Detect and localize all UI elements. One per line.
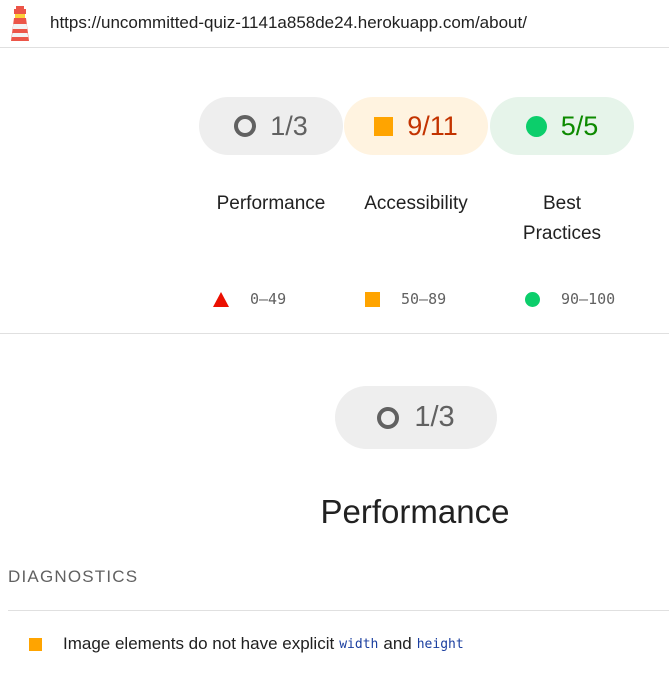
open-circle-icon <box>234 115 257 137</box>
address-bar: https://uncommitted-quiz-1141a858de24.he… <box>0 0 669 48</box>
legend-fail: 0–49 <box>213 288 286 310</box>
legend-pass-range: 90–100 <box>561 290 616 308</box>
red-triangle-icon <box>213 291 229 307</box>
diagnostics-header: DIAGNOSTICS <box>8 567 139 586</box>
legend-average: 50–89 <box>365 288 446 310</box>
performance-section-score: 1/3 <box>414 401 455 433</box>
audit-text-before: Image elements do not have explicit <box>63 634 335 653</box>
section-divider <box>0 333 669 334</box>
legend-pass: 90–100 <box>525 288 615 310</box>
diagnostics-divider <box>8 610 669 611</box>
orange-square-icon <box>365 291 380 307</box>
best-practices-score: 5/5 <box>560 110 599 141</box>
green-circle-icon <box>525 291 540 307</box>
section-title: Performance <box>320 493 510 530</box>
best-practices-label-line2: Practices <box>522 223 602 244</box>
green-circle-icon <box>525 115 547 137</box>
performance-section-gauge: 1/3 <box>335 386 497 449</box>
performance-label[interactable]: Performance <box>199 189 343 219</box>
orange-square-icon <box>29 637 42 651</box>
lighthouse-icon <box>11 6 29 41</box>
accessibility-label[interactable]: Accessibility <box>344 189 488 219</box>
page-url[interactable]: https://uncommitted-quiz-1141a858de24.he… <box>50 13 527 33</box>
open-circle-icon <box>377 406 400 429</box>
performance-score: 1/3 <box>270 110 308 141</box>
legend-fail-range: 0–49 <box>250 290 287 308</box>
best-practices-label[interactable]: Best Practices <box>490 189 634 249</box>
audit-item[interactable]: Image elements do not have explicit widt… <box>29 634 469 654</box>
best-practices-score-gauge[interactable]: 5/5 <box>490 97 634 155</box>
accessibility-score: 9/11 <box>407 110 458 141</box>
audit-code-width: width <box>339 636 379 652</box>
orange-square-icon <box>374 116 394 136</box>
audit-code-height: height <box>416 636 464 652</box>
accessibility-score-gauge[interactable]: 9/11 <box>344 97 488 155</box>
best-practices-label-line1: Best <box>542 193 582 214</box>
performance-score-gauge[interactable]: 1/3 <box>199 97 343 155</box>
audit-text-mid: and <box>383 634 412 653</box>
legend-average-range: 50–89 <box>401 290 447 308</box>
